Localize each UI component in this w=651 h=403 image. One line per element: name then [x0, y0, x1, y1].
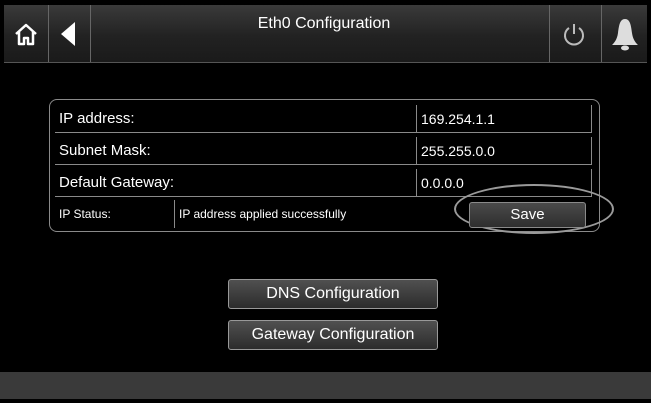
back-arrow-icon [61, 21, 75, 46]
dns-configuration-button[interactable]: DNS Configuration [228, 279, 438, 309]
alarm-bell-icon [612, 18, 638, 50]
ip-config-panel: IP address: 169.254.1.1 Subnet Mask: 255… [49, 99, 614, 234]
default-gateway-label: Default Gateway: [55, 169, 416, 197]
device-screen: Eth0 Configuration IP address: 169.254.1… [0, 0, 651, 403]
header-bar: Eth0 Configuration [4, 5, 647, 63]
home-icon [15, 23, 37, 45]
ip-status-row: IP Status: IP address applied successful… [55, 184, 614, 234]
page-title: Eth0 Configuration [257, 15, 391, 32]
gateway-configuration-button[interactable]: Gateway Configuration [228, 320, 438, 350]
back-button[interactable] [48, 5, 91, 62]
subnet-mask-label: Subnet Mask: [55, 137, 416, 165]
ip-address-label: IP address: [55, 105, 416, 133]
home-button[interactable] [4, 5, 49, 62]
ip-address-row: IP address: 169.254.1.1 [55, 105, 595, 133]
power-button[interactable] [549, 5, 598, 62]
ip-address-field[interactable]: 169.254.1.1 [416, 105, 592, 133]
save-button[interactable]: Save [469, 202, 586, 228]
subnet-mask-row: Subnet Mask: 255.255.0.0 [55, 137, 595, 165]
power-icon [564, 23, 584, 45]
ip-status-text: IP address applied successfully [179, 207, 347, 221]
ip-status-label: IP Status: [55, 200, 175, 228]
alarm-button[interactable] [601, 5, 648, 62]
subnet-mask-field[interactable]: 255.255.0.0 [416, 137, 592, 165]
footer-bar [0, 372, 651, 399]
